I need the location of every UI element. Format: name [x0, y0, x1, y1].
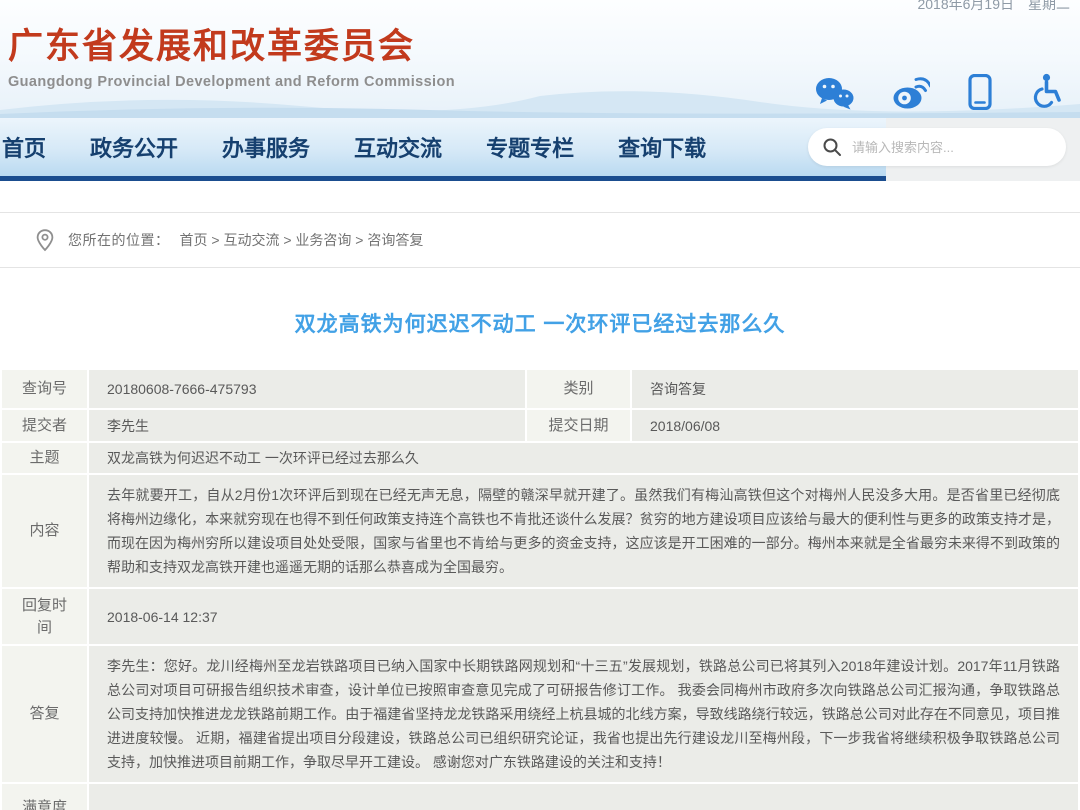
table-row: 内容 去年就要开工，自从2月份1次环评后到现在已经无声无息，隔壁的赣深早就开建了…: [2, 475, 1078, 587]
category-label: 类别: [527, 370, 630, 408]
submit-date-label: 提交日期: [527, 410, 630, 441]
page-title: 双龙高铁为何迟迟不动工 一次环评已经过去那么久: [0, 310, 1080, 340]
nav-item-special-topics[interactable]: 专题专栏: [486, 131, 574, 163]
submit-date-value: 2018/06/08: [632, 410, 1078, 441]
content-value: 去年就要开工，自从2月份1次环评后到现在已经无声无息，隔壁的赣深早就开建了。虽然…: [89, 475, 1078, 587]
reply-time-value: 2018-06-14 12:37: [89, 589, 1078, 644]
breadcrumb: 您所在的位置： 首页 > 互动交流 > 业务咨询 > 咨询答复: [0, 212, 1080, 268]
location-pin-icon: [36, 229, 54, 252]
nav-menu: 首页 政务公开 办事服务 互动交流 专题专栏 查询下载: [0, 118, 886, 176]
mobile-icon[interactable]: [968, 74, 992, 110]
category-value: 咨询答复: [632, 370, 1078, 408]
inquiry-detail-table: 查询号 20180608-7666-475793 类别 咨询答复 提交者 李先生…: [0, 368, 1080, 810]
nav-item-interaction[interactable]: 互动交流: [354, 131, 442, 163]
nav-item-query-download[interactable]: 查询下载: [618, 131, 706, 163]
query-no-label: 查询号: [2, 370, 87, 408]
site-header: 2018年6月19日 星期二 广东省发展和改革委员会 Guangdong Pro…: [0, 0, 1080, 118]
table-row: 主题 双龙高铁为何迟迟不动工 一次环评已经过去那么久: [2, 443, 1078, 473]
accessibility-icon[interactable]: [1030, 73, 1064, 110]
breadcrumb-prefix: 您所在的位置：: [68, 230, 170, 250]
submitter-value: 李先生: [89, 410, 525, 441]
nav-item-gov-affairs[interactable]: 政务公开: [90, 131, 178, 163]
content-label: 内容: [2, 475, 87, 587]
search-icon: [822, 137, 842, 157]
nav-item-services[interactable]: 办事服务: [222, 131, 310, 163]
satisfaction-value: 满意 2 较满意 0 不满意 1: [89, 784, 1078, 810]
table-row: 满意度评价 满意 2 较满意 0 不满意 1: [2, 784, 1078, 810]
social-links: [814, 73, 1064, 110]
site-title: 广东省发展和改革委员会: [8, 18, 455, 69]
table-row: 答复 李先生：您好。龙川经梅州至龙岩铁路项目已纳入国家中长期铁路网规划和“十三五…: [2, 646, 1078, 782]
weibo-icon[interactable]: [892, 76, 930, 110]
satisfaction-label: 满意度评价: [2, 784, 87, 810]
main-navigation: 首页 政务公开 办事服务 互动交流 专题专栏 查询下载: [0, 118, 1080, 181]
wechat-icon[interactable]: [814, 76, 854, 110]
breadcrumb-path[interactable]: 首页 > 互动交流 > 业务咨询 > 咨询答复: [180, 230, 424, 250]
reply-label: 答复: [2, 646, 87, 782]
current-date: 2018年6月19日 星期二: [917, 0, 1070, 14]
subject-label: 主题: [2, 443, 87, 473]
table-row: 回复时间 2018-06-14 12:37: [2, 589, 1078, 644]
nav-underline: [0, 176, 886, 181]
search-input[interactable]: [852, 140, 1052, 155]
reply-time-label: 回复时间: [2, 589, 87, 644]
table-row: 提交者 李先生 提交日期 2018/06/08: [2, 410, 1078, 441]
search-box[interactable]: [808, 128, 1066, 166]
table-row: 查询号 20180608-7666-475793 类别 咨询答复: [2, 370, 1078, 408]
nav-item-home[interactable]: 首页: [2, 131, 46, 163]
query-no-value: 20180608-7666-475793: [89, 370, 525, 408]
submitter-label: 提交者: [2, 410, 87, 441]
reply-value: 李先生：您好。龙川经梅州至龙岩铁路项目已纳入国家中长期铁路网规划和“十三五”发展…: [89, 646, 1078, 782]
subject-value: 双龙高铁为何迟迟不动工 一次环评已经过去那么久: [89, 443, 1078, 473]
